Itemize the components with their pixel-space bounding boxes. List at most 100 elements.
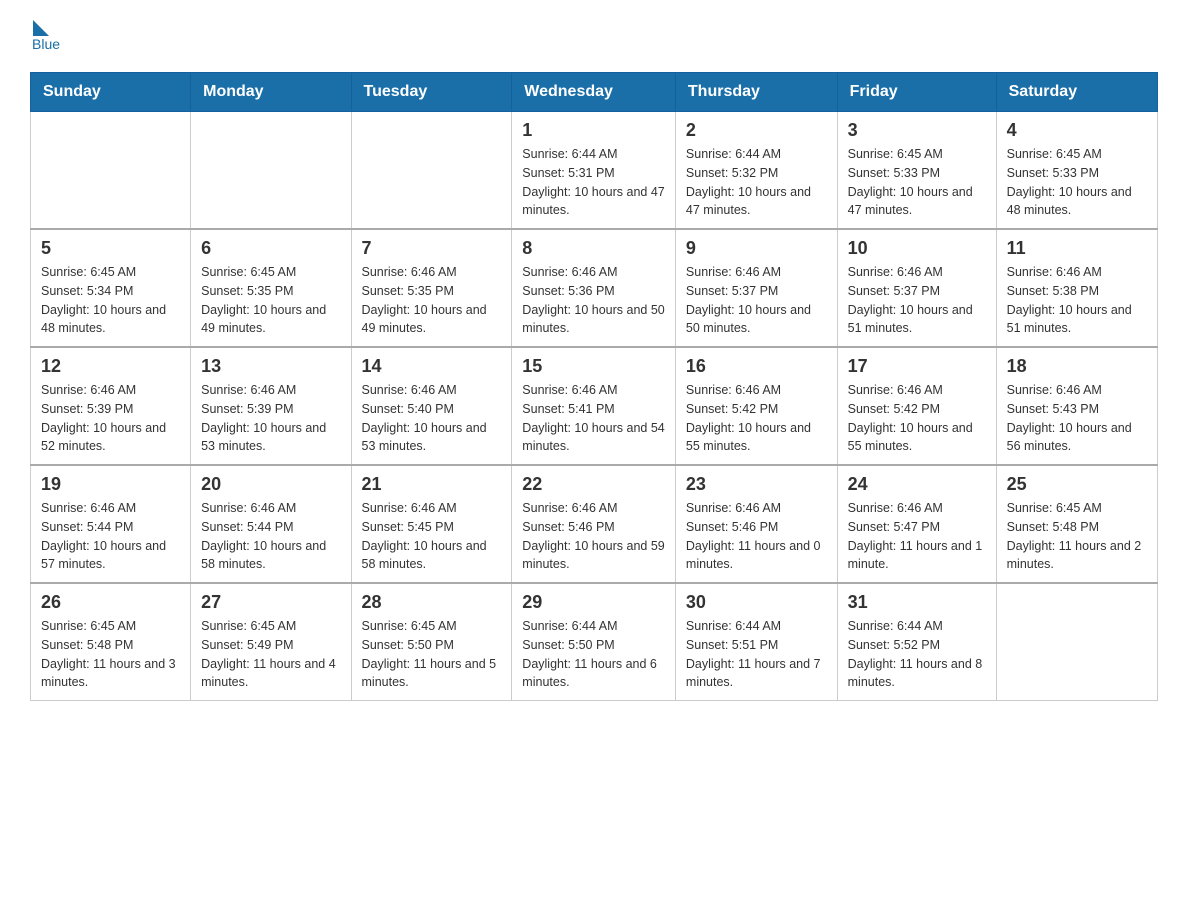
day-number: 29 <box>522 592 665 613</box>
calendar-cell: 27 Sunrise: 6:45 AMSunset: 5:49 PMDayligh… <box>191 583 351 701</box>
day-number: 16 <box>686 356 827 377</box>
day-number: 8 <box>522 238 665 259</box>
calendar-cell: 20Sunrise: 6:46 AMSunset: 5:44 PMDayligh… <box>191 465 351 583</box>
calendar-header-wednesday: Wednesday <box>512 73 676 112</box>
calendar-cell: 6 Sunrise: 6:45 AMSunset: 5:35 PMDaylight… <box>191 229 351 347</box>
day-info: Sunrise: 6:45 AMSunset: 5:48 PMDaylight:… <box>1007 499 1147 574</box>
calendar-cell: 5 Sunrise: 6:45 AMSunset: 5:34 PMDaylight… <box>31 229 191 347</box>
calendar-cell: 30Sunrise: 6:44 AMSunset: 5:51 PMDayligh… <box>675 583 837 701</box>
day-info: Sunrise: 6:46 AMSunset: 5:37 PMDaylight:… <box>686 263 827 338</box>
day-info: Sunrise: 6:46 AMSunset: 5:35 PMDaylight:… <box>362 263 502 338</box>
logo-triangle-icon <box>33 20 49 36</box>
calendar-cell: 1 Sunrise: 6:44 AMSunset: 5:31 PMDaylight… <box>512 112 676 230</box>
calendar-cell: 9 Sunrise: 6:46 AMSunset: 5:37 PMDaylight… <box>675 229 837 347</box>
day-number: 1 <box>522 120 665 141</box>
day-info: Sunrise: 6:46 AMSunset: 5:39 PMDaylight:… <box>201 381 340 456</box>
calendar-cell: 15Sunrise: 6:46 AMSunset: 5:41 PMDayligh… <box>512 347 676 465</box>
day-number: 27 <box>201 592 340 613</box>
calendar-cell: 19Sunrise: 6:46 AMSunset: 5:44 PMDayligh… <box>31 465 191 583</box>
day-number: 5 <box>41 238 180 259</box>
day-info: Sunrise: 6:45 AMSunset: 5:33 PMDaylight:… <box>848 145 986 220</box>
calendar-header-monday: Monday <box>191 73 351 112</box>
calendar-cell: 12 Sunrise: 6:46 AMSunset: 5:39 PMDayligh… <box>31 347 191 465</box>
day-number: 7 <box>362 238 502 259</box>
calendar-cell: 28 Sunrise: 6:45 AMSunset: 5:50 PMDayligh… <box>351 583 512 701</box>
calendar-cell: 8 Sunrise: 6:46 AMSunset: 5:36 PMDaylight… <box>512 229 676 347</box>
day-info: Sunrise: 6:45 AMSunset: 5:48 PMDaylight:… <box>41 617 180 692</box>
day-number: 10 <box>848 238 986 259</box>
day-info: Sunrise: 6:46 AMSunset: 5:38 PMDaylight:… <box>1007 263 1147 338</box>
calendar-header-row: SundayMondayTuesdayWednesdayThursdayFrid… <box>31 73 1158 112</box>
calendar-cell: 11 Sunrise: 6:46 AMSunset: 5:38 PMDayligh… <box>996 229 1157 347</box>
calendar-header-tuesday: Tuesday <box>351 73 512 112</box>
calendar-cell <box>996 583 1157 701</box>
day-number: 11 <box>1007 238 1147 259</box>
day-info: Sunrise: 6:46 AMSunset: 5:39 PMDaylight:… <box>41 381 180 456</box>
day-number: 3 <box>848 120 986 141</box>
day-number: 12 <box>41 356 180 377</box>
day-number: 15 <box>522 356 665 377</box>
calendar-cell: 29 Sunrise: 6:44 AMSunset: 5:50 PMDayligh… <box>512 583 676 701</box>
calendar-cell: 13 Sunrise: 6:46 AMSunset: 5:39 PMDayligh… <box>191 347 351 465</box>
calendar-cell: 25 Sunrise: 6:45 AMSunset: 5:48 PMDayligh… <box>996 465 1157 583</box>
calendar-cell: 14 Sunrise: 6:46 AMSunset: 5:40 PMDayligh… <box>351 347 512 465</box>
day-number: 23 <box>686 474 827 495</box>
day-number: 26 <box>41 592 180 613</box>
day-info: Sunrise: 6:46 AMSunset: 5:42 PMDaylight:… <box>686 381 827 456</box>
day-number: 31 <box>848 592 986 613</box>
day-number: 28 <box>362 592 502 613</box>
calendar-header-thursday: Thursday <box>675 73 837 112</box>
day-info: Sunrise: 6:45 AMSunset: 5:50 PMDaylight:… <box>362 617 502 692</box>
day-number: 22 <box>522 474 665 495</box>
calendar-week-row: 19Sunrise: 6:46 AMSunset: 5:44 PMDayligh… <box>31 465 1158 583</box>
day-info: Sunrise: 6:46 AMSunset: 5:44 PMDaylight:… <box>41 499 180 574</box>
calendar-header-sunday: Sunday <box>31 73 191 112</box>
day-info: Sunrise: 6:46 AMSunset: 5:40 PMDaylight:… <box>362 381 502 456</box>
day-number: 2 <box>686 120 827 141</box>
calendar-cell: 3 Sunrise: 6:45 AMSunset: 5:33 PMDaylight… <box>837 112 996 230</box>
calendar-cell <box>351 112 512 230</box>
day-number: 13 <box>201 356 340 377</box>
day-number: 4 <box>1007 120 1147 141</box>
day-info: Sunrise: 6:46 AMSunset: 5:46 PMDaylight:… <box>522 499 665 574</box>
calendar-cell: 31 Sunrise: 6:44 AMSunset: 5:52 PMDayligh… <box>837 583 996 701</box>
day-number: 14 <box>362 356 502 377</box>
day-info: Sunrise: 6:46 AMSunset: 5:36 PMDaylight:… <box>522 263 665 338</box>
day-info: Sunrise: 6:45 AMSunset: 5:35 PMDaylight:… <box>201 263 340 338</box>
day-info: Sunrise: 6:45 AMSunset: 5:33 PMDaylight:… <box>1007 145 1147 220</box>
day-info: Sunrise: 6:44 AMSunset: 5:32 PMDaylight:… <box>686 145 827 220</box>
calendar-week-row: 12 Sunrise: 6:46 AMSunset: 5:39 PMDayligh… <box>31 347 1158 465</box>
day-info: Sunrise: 6:45 AMSunset: 5:34 PMDaylight:… <box>41 263 180 338</box>
calendar-cell: 2 Sunrise: 6:44 AMSunset: 5:32 PMDaylight… <box>675 112 837 230</box>
calendar-cell: 23 Sunrise: 6:46 AMSunset: 5:46 PMDayligh… <box>675 465 837 583</box>
day-info: Sunrise: 6:46 AMSunset: 5:46 PMDaylight:… <box>686 499 827 574</box>
day-info: Sunrise: 6:46 AMSunset: 5:44 PMDaylight:… <box>201 499 340 574</box>
calendar-cell: 17 Sunrise: 6:46 AMSunset: 5:42 PMDayligh… <box>837 347 996 465</box>
calendar-header-friday: Friday <box>837 73 996 112</box>
day-info: Sunrise: 6:44 AMSunset: 5:31 PMDaylight:… <box>522 145 665 220</box>
day-number: 9 <box>686 238 827 259</box>
calendar-week-row: 26 Sunrise: 6:45 AMSunset: 5:48 PMDayligh… <box>31 583 1158 701</box>
day-info: Sunrise: 6:44 AMSunset: 5:50 PMDaylight:… <box>522 617 665 692</box>
day-number: 21 <box>362 474 502 495</box>
day-info: Sunrise: 6:46 AMSunset: 5:42 PMDaylight:… <box>848 381 986 456</box>
calendar-cell <box>191 112 351 230</box>
calendar-cell: 22 Sunrise: 6:46 AMSunset: 5:46 PMDayligh… <box>512 465 676 583</box>
day-number: 30 <box>686 592 827 613</box>
day-info: Sunrise: 6:46 AMSunset: 5:43 PMDaylight:… <box>1007 381 1147 456</box>
calendar-cell: 26 Sunrise: 6:45 AMSunset: 5:48 PMDayligh… <box>31 583 191 701</box>
calendar-header-saturday: Saturday <box>996 73 1157 112</box>
day-number: 25 <box>1007 474 1147 495</box>
calendar-week-row: 5 Sunrise: 6:45 AMSunset: 5:34 PMDaylight… <box>31 229 1158 347</box>
calendar-cell: 24Sunrise: 6:46 AMSunset: 5:47 PMDayligh… <box>837 465 996 583</box>
day-number: 17 <box>848 356 986 377</box>
calendar-cell: 18Sunrise: 6:46 AMSunset: 5:43 PMDayligh… <box>996 347 1157 465</box>
calendar-cell <box>31 112 191 230</box>
day-info: Sunrise: 6:46 AMSunset: 5:37 PMDaylight:… <box>848 263 986 338</box>
day-info: Sunrise: 6:46 AMSunset: 5:47 PMDaylight:… <box>848 499 986 574</box>
page-header: Blue <box>30 20 1158 52</box>
day-number: 6 <box>201 238 340 259</box>
day-info: Sunrise: 6:44 AMSunset: 5:52 PMDaylight:… <box>848 617 986 692</box>
calendar-week-row: 1 Sunrise: 6:44 AMSunset: 5:31 PMDaylight… <box>31 112 1158 230</box>
day-info: Sunrise: 6:45 AMSunset: 5:49 PMDaylight:… <box>201 617 340 692</box>
